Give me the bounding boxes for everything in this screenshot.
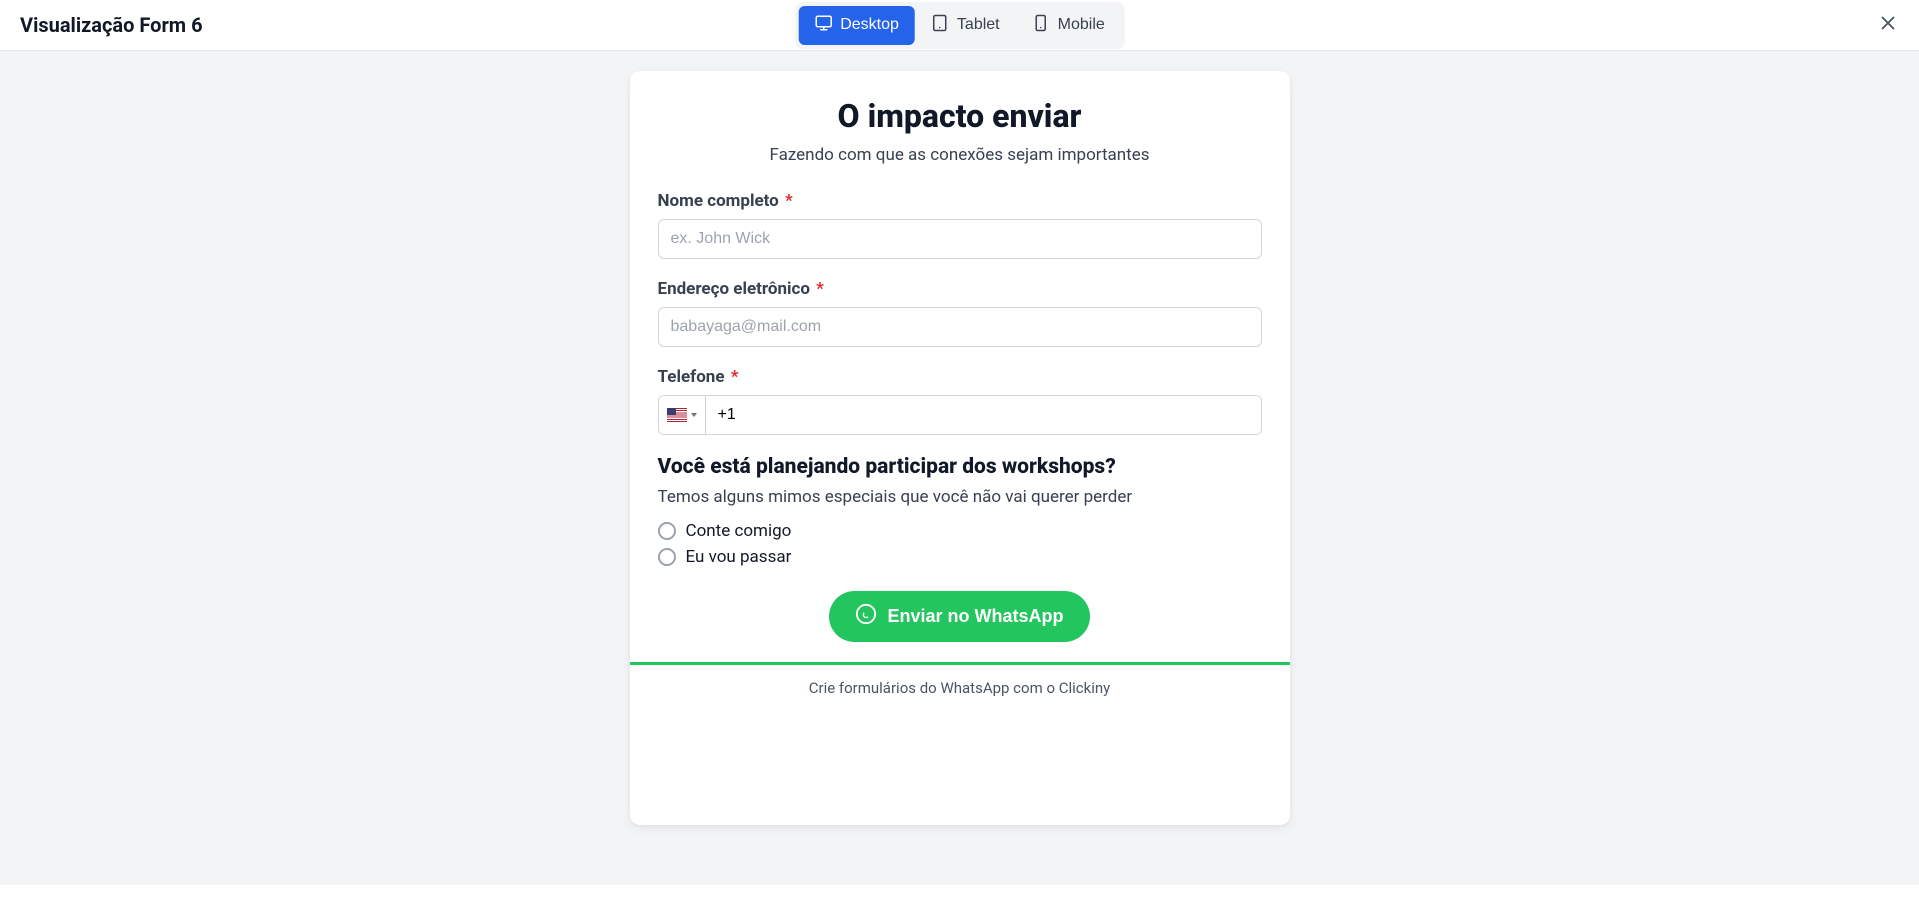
required-marker: * [785,191,793,211]
radio-label-0: Conte comigo [686,521,792,541]
radio-option-0[interactable]: Conte comigo [658,521,1262,541]
tab-mobile-label: Mobile [1058,16,1105,34]
workshop-question-title: Você está planejando participar dos work… [658,455,1262,479]
field-workshop: Você está planejando participar dos work… [658,455,1262,567]
email-label-text: Endereço eletrônico [658,279,810,299]
device-tabs: Desktop Tablet Mobile [794,2,1125,49]
tab-mobile[interactable]: Mobile [1016,6,1121,45]
name-input[interactable] [658,219,1262,259]
us-flag-icon [667,408,687,422]
radio-icon [658,548,676,566]
field-phone: Telefone * [658,367,1262,435]
phone-label-text: Telefone [658,367,725,387]
tab-tablet[interactable]: Tablet [915,6,1016,45]
name-label-text: Nome completo [658,191,779,211]
tab-desktop-label: Desktop [840,16,899,34]
close-button[interactable] [1877,12,1899,38]
radio-option-1[interactable]: Eu vou passar [658,547,1262,567]
topbar: Visualização Form 6 Desktop Tablet Mobil… [0,0,1919,51]
monitor-icon [814,14,832,37]
close-icon [1877,12,1899,38]
phone-input[interactable] [706,396,1261,434]
form-footer: Crie formulários do WhatsApp com o Click… [630,662,1290,711]
submit-label: Enviar no WhatsApp [887,606,1063,627]
preview-canvas: O impacto enviar Fazendo com que as cone… [0,51,1919,885]
radio-label-1: Eu vou passar [686,547,792,567]
email-input[interactable] [658,307,1262,347]
form-card: O impacto enviar Fazendo com que as cone… [630,71,1290,825]
email-label: Endereço eletrônico * [658,279,1262,299]
phone-input-wrap [658,395,1262,435]
page-title: Visualização Form 6 [20,13,203,37]
country-selector[interactable] [659,396,706,434]
radio-icon [658,522,676,540]
chevron-down-icon [691,413,697,417]
field-name: Nome completo * [658,191,1262,259]
whatsapp-icon [855,603,877,630]
tab-desktop[interactable]: Desktop [798,6,915,45]
field-email: Endereço eletrônico * [658,279,1262,347]
submit-button[interactable]: Enviar no WhatsApp [829,591,1089,642]
mobile-icon [1032,14,1050,37]
form-subtitle: Fazendo com que as conexões sejam import… [658,145,1262,165]
tab-tablet-label: Tablet [957,16,1000,34]
tablet-icon [931,14,949,37]
workshop-question-desc: Temos alguns mimos especiais que você nã… [658,487,1262,507]
required-marker: * [816,279,824,299]
form-title: O impacto enviar [658,97,1262,135]
required-marker: * [731,367,739,387]
name-label: Nome completo * [658,191,1262,211]
phone-label: Telefone * [658,367,1262,387]
